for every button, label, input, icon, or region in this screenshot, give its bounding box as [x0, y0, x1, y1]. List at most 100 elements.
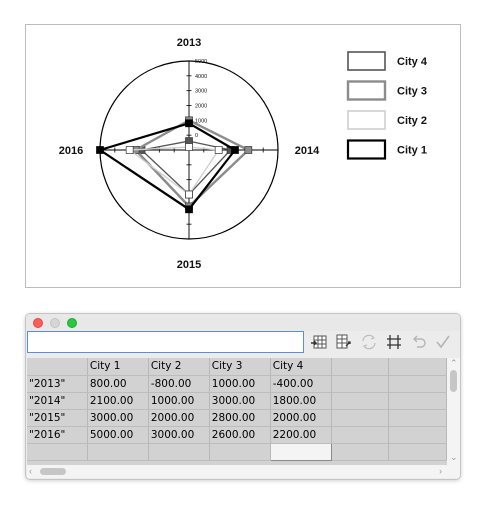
- legend-swatch-city-3: [346, 80, 387, 101]
- transpose-button[interactable]: [334, 333, 352, 351]
- minimize-window-button[interactable]: [50, 318, 60, 328]
- table-cell[interactable]: [388, 409, 447, 427]
- table-cell[interactable]: [388, 426, 447, 444]
- close-window-button[interactable]: [33, 318, 43, 328]
- table-cell[interactable]: 3000.00: [209, 392, 271, 410]
- table-cell[interactable]: [331, 426, 390, 444]
- table-cell[interactable]: [388, 392, 447, 410]
- table-cell[interactable]: 2000.00: [270, 409, 332, 427]
- table-cell[interactable]: 2200.00: [270, 426, 332, 444]
- category-label-2016: 2016: [59, 145, 83, 157]
- table-cell[interactable]: -400.00: [270, 375, 332, 393]
- cell-style-button[interactable]: [385, 333, 403, 351]
- horizontal-scrollbar[interactable]: ‹ ›: [27, 465, 460, 478]
- table-cell[interactable]: 5000.00: [87, 426, 149, 444]
- data-grid[interactable]: City 1 City 2 City 3 City 4 "2013" 800.00 -800…: [27, 358, 447, 465]
- undo-icon: [413, 335, 426, 348]
- radial-tick-label: 4000: [195, 74, 207, 80]
- table-cell[interactable]: [148, 443, 210, 461]
- category-label-2015: 2015: [177, 259, 201, 271]
- table-cell[interactable]: 2800.00: [209, 409, 271, 427]
- table-cell[interactable]: 1000.00: [209, 375, 271, 393]
- vertical-scroll-thumb[interactable]: [450, 370, 457, 392]
- table-cell[interactable]: 2000.00: [148, 409, 210, 427]
- legend-label-city-4: City 4: [397, 56, 428, 68]
- table-cell[interactable]: [331, 392, 390, 410]
- radial-tick-label: 2000: [195, 104, 207, 110]
- legend-swatch-city-1: [346, 139, 387, 160]
- table-cell[interactable]: 2600.00: [209, 426, 271, 444]
- table-cell[interactable]: [388, 443, 447, 461]
- table-cell[interactable]: -800.00: [148, 375, 210, 393]
- table-cell[interactable]: 3000.00: [148, 426, 210, 444]
- column-header-cell[interactable]: City 4: [270, 358, 332, 376]
- table-cell[interactable]: "2016": [27, 426, 88, 444]
- table-cell[interactable]: 1000.00: [148, 392, 210, 410]
- table-cell[interactable]: 3000.00: [87, 409, 149, 427]
- scroll-down-icon[interactable]: ⌄: [450, 453, 458, 462]
- table-row: "2014" 2100.00 1000.00 3000.00 1800.00: [27, 392, 447, 410]
- horizontal-scroll-thumb[interactable]: [40, 468, 66, 475]
- data-point-marker: [214, 146, 223, 154]
- category-label-2013: 2013: [177, 37, 201, 49]
- column-header-cell[interactable]: City 1: [87, 358, 149, 376]
- table-row: "2016" 5000.00 3000.00 2600.00 2200.00: [27, 426, 447, 444]
- data-point-marker: [96, 146, 104, 154]
- table-header-row: City 1 City 2 City 3 City 4: [27, 358, 447, 376]
- scroll-right-icon[interactable]: ›: [439, 467, 442, 476]
- legend-swatch-city-4: [347, 51, 386, 71]
- chart-panel: 0 1000 2000 3000 4000 5000 2013 2014 2015 2016 C…: [25, 24, 461, 288]
- column-header-cell[interactable]: [331, 358, 390, 376]
- table-row: "2013" 800.00 -800.00 1000.00 -400.00: [27, 375, 447, 393]
- cell-value-input[interactable]: [27, 331, 304, 353]
- table-cell[interactable]: "2014": [27, 392, 88, 410]
- table-cell[interactable]: [331, 443, 390, 461]
- data-point-marker: [185, 119, 193, 128]
- legend-swatch-city-2: [347, 110, 386, 130]
- table-cell[interactable]: [388, 375, 447, 393]
- radar-chart: 010002000300040005000 2013201420152016 C…: [59, 37, 428, 271]
- scroll-up-icon[interactable]: ⌃: [450, 359, 458, 368]
- vertical-scrollbar[interactable]: ⌃ ⌄: [447, 358, 460, 465]
- column-header-cell[interactable]: [27, 358, 88, 376]
- data-point-marker: [185, 143, 193, 151]
- table-cell[interactable]: "2015": [27, 409, 88, 427]
- data-editor-window: City 1 City 2 City 3 City 4 "2013" 800.00 -800…: [25, 313, 461, 480]
- data-point-marker: [125, 146, 134, 154]
- radial-tick-label: 5000: [195, 59, 207, 65]
- cell-style-icon: [387, 335, 401, 349]
- data-point-marker: [231, 146, 239, 154]
- table-cell[interactable]: 1800.00: [270, 392, 332, 410]
- data-point-marker: [244, 146, 253, 154]
- column-header-cell[interactable]: City 2: [148, 358, 210, 376]
- table-cell[interactable]: [27, 443, 88, 461]
- column-header-cell[interactable]: [388, 358, 447, 376]
- switch-rows-columns-button: [360, 333, 378, 351]
- table-row: [27, 442, 447, 461]
- table-cell[interactable]: "2013": [27, 375, 88, 393]
- apply-icon: [436, 335, 450, 349]
- radial-tick-label: 3000: [195, 89, 207, 95]
- table-cell[interactable]: [269, 442, 332, 461]
- table-cell[interactable]: 800.00: [87, 375, 149, 393]
- table-cell[interactable]: [209, 443, 271, 461]
- apply-button: [434, 333, 452, 351]
- category-label-2014: 2014: [295, 145, 320, 157]
- import-data-button[interactable]: [310, 333, 328, 351]
- radial-tick-label: 0: [195, 133, 198, 139]
- scroll-left-icon[interactable]: ‹: [29, 467, 32, 476]
- data-table: City 1 City 2 City 3 City 4 "2013" 800.00 -800…: [27, 358, 447, 461]
- data-point-marker: [185, 190, 193, 199]
- zoom-window-button[interactable]: [67, 318, 77, 328]
- table-cell[interactable]: 2100.00: [87, 392, 149, 410]
- column-header-cell[interactable]: City 3: [209, 358, 271, 376]
- table-row: "2015" 3000.00 2000.00 2800.00 2000.00: [27, 409, 447, 427]
- table-cell[interactable]: [87, 443, 149, 461]
- data-point-marker: [185, 205, 193, 214]
- table-cell[interactable]: [331, 409, 390, 427]
- import-data-icon: [311, 335, 327, 349]
- legend-label-city-3: City 3: [397, 86, 427, 98]
- undo-button: [410, 333, 428, 351]
- transpose-icon: [336, 334, 351, 349]
- table-cell[interactable]: [331, 375, 390, 393]
